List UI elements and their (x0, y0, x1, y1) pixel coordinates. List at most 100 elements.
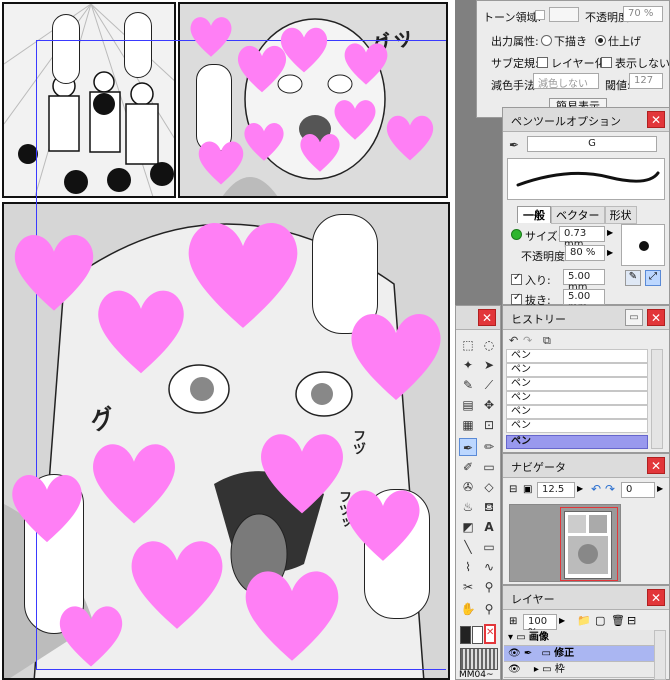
hide-option-checkbox[interactable]: 表示しない (601, 55, 670, 71)
magic-wand-icon[interactable]: ✦ (459, 356, 477, 374)
undo-icon[interactable]: ↶ (509, 334, 518, 347)
history-item-selected[interactable]: ペン (506, 435, 648, 449)
in-checkbox[interactable]: 入り: (511, 272, 551, 288)
zoom-field[interactable]: 12.5 (537, 482, 575, 498)
tone-area-checkbox[interactable] (535, 10, 545, 20)
pointer-icon[interactable]: ➤ (480, 356, 498, 374)
opacity-dropdown-icon[interactable]: ▶ (607, 248, 613, 257)
gradient-icon[interactable]: ◩ (459, 518, 477, 536)
color-transparent-swatch[interactable]: ✕ (484, 624, 496, 644)
history-item[interactable]: ペン (506, 377, 648, 391)
layer-folder-row[interactable]: ▾ ▭ 画像 (504, 630, 654, 646)
stamp-icon[interactable]: ⚲ (480, 578, 498, 596)
navigator-titlebar[interactable]: ナビゲータ ✕ (503, 454, 669, 478)
zoom-out-icon[interactable]: ▣ (523, 484, 532, 495)
minimize-icon[interactable]: ▭ (625, 309, 643, 326)
pen-tool-icon[interactable]: ✒ (459, 438, 477, 456)
layer-opacity-field[interactable]: 100 % (523, 614, 557, 638)
layer-row[interactable]: 👁 ▸ ▭ 枠 (504, 662, 654, 678)
frame-icon[interactable]: ▦ (459, 416, 477, 434)
eraser-icon[interactable]: ▭ (480, 458, 498, 476)
pen-lock-icon[interactable]: ✒ (524, 648, 532, 659)
pen-options-titlebar[interactable]: ペンツールオプション ✕ (503, 108, 669, 132)
rotate-field[interactable]: 0 (621, 482, 655, 498)
pressure-out-icon[interactable]: ⤢ (645, 270, 661, 286)
blur-icon[interactable]: ♨ (459, 498, 477, 516)
close-icon[interactable]: ✕ (647, 309, 665, 326)
close-icon[interactable]: ✕ (647, 457, 665, 474)
line-tool-icon[interactable]: ╲ (459, 538, 477, 556)
history-options-icon[interactable]: ⧉ (543, 334, 551, 348)
rotate-right-icon[interactable]: ↷ (605, 482, 615, 496)
zoom-tool-icon[interactable]: ⚲ (480, 600, 498, 618)
close-icon[interactable]: ✕ (478, 309, 496, 326)
text-tool-icon[interactable]: A (480, 518, 498, 536)
history-item[interactable]: ペン (506, 391, 648, 405)
tone-area-field[interactable] (549, 7, 579, 22)
airbrush-icon[interactable]: ✇ (459, 478, 477, 496)
pressure-in-icon[interactable]: ✎ (625, 270, 641, 286)
pen-opacity-field[interactable]: 80 % (565, 245, 605, 261)
brush-select-icon[interactable]: ✎ (459, 376, 477, 394)
history-titlebar[interactable]: ヒストリー ▭ ✕ (503, 306, 669, 330)
folder-expand-icon[interactable]: ▾ (508, 632, 513, 643)
tab-general[interactable]: 一般 (517, 206, 551, 223)
correction-icon[interactable]: ✂ (459, 578, 477, 596)
navigator-view-frame[interactable] (560, 507, 618, 581)
manga-canvas[interactable]: グッ グ フヅ フヅッ (0, 0, 455, 680)
tab-shape[interactable]: 形状 (604, 206, 637, 224)
color-black-swatch[interactable] (460, 626, 471, 644)
hand-tool-icon[interactable]: ✋ (459, 600, 477, 618)
close-icon[interactable]: ✕ (647, 111, 665, 128)
move-icon[interactable]: ✥ (480, 396, 498, 414)
in-field[interactable]: 5.00 mm (563, 269, 605, 293)
size-field[interactable]: 0.73 mm (559, 226, 605, 250)
layer-settings-icon[interactable]: ⊟ (627, 614, 636, 627)
visibility-eye-icon[interactable]: 👁 (508, 664, 521, 675)
navigator-preview[interactable] (509, 504, 621, 582)
threshold-field[interactable]: 127 (629, 73, 663, 89)
layer-row-selected[interactable]: 👁 ✒ ▭ 修正 (504, 646, 654, 662)
tab-vector[interactable]: ベクター (551, 206, 605, 224)
size-dropdown-icon[interactable]: ▶ (607, 228, 613, 237)
out-field[interactable]: 5.00 mm (563, 289, 605, 313)
layers-titlebar[interactable]: レイヤー ✕ (503, 586, 669, 610)
marker-icon[interactable]: ✐ (459, 458, 477, 476)
folder-expand-icon[interactable]: ▸ (534, 664, 539, 675)
color-white-swatch[interactable] (472, 626, 483, 644)
history-item[interactable]: ペン (506, 349, 648, 363)
selection-tool-icon[interactable]: ⬚ (459, 336, 477, 354)
reduce-color-select[interactable]: 減色しない (533, 73, 599, 90)
vector-eraser-icon[interactable]: ◇ (480, 478, 498, 496)
fill-icon[interactable]: ⛾ (480, 498, 498, 516)
new-layer-icon[interactable]: ▢ (595, 614, 605, 627)
redo-icon[interactable]: ↷ (523, 334, 532, 347)
delete-layer-icon[interactable]: 🗑 (611, 614, 625, 627)
rotate-left-icon[interactable]: ↶ (591, 482, 601, 496)
close-icon[interactable]: ✕ (647, 589, 665, 606)
brush-name-field[interactable]: G (527, 136, 657, 152)
zoom-fit-icon[interactable]: ⊟ (509, 484, 517, 495)
layer-opacity-dropdown-icon[interactable]: ▶ (559, 616, 565, 625)
history-item[interactable]: ペン (506, 419, 648, 433)
rotate-dropdown-icon[interactable]: ▶ (657, 484, 663, 493)
history-item[interactable]: ペン (506, 405, 648, 419)
ruler-icon[interactable]: ⊡ (480, 416, 498, 434)
lasso-tool-icon[interactable]: ◌ (480, 336, 498, 354)
curve-tool-icon[interactable]: ∿ (480, 558, 498, 576)
new-folder-icon[interactable]: 📁 (577, 614, 591, 627)
history-scrollbar[interactable] (651, 349, 663, 449)
layer-option-checkbox[interactable]: レイヤー化 (537, 55, 606, 71)
layer-move-icon[interactable]: ▤ (459, 396, 477, 414)
history-item[interactable]: ペン (506, 363, 648, 377)
pencil-tool-icon[interactable]: ✏ (480, 438, 498, 456)
dropper-icon[interactable]: ⟋ (480, 376, 498, 394)
layers-scrollbar[interactable] (654, 630, 666, 680)
output-final-radio[interactable]: 仕上げ (595, 33, 641, 49)
tone-opacity-field[interactable]: 70 % (623, 6, 663, 22)
rectangle-tool-icon[interactable]: ▭ (480, 538, 498, 556)
output-draft-radio[interactable]: 下描き (541, 33, 587, 49)
zoom-dropdown-icon[interactable]: ▶ (577, 484, 583, 493)
polyline-icon[interactable]: ⌇ (459, 558, 477, 576)
visibility-eye-icon[interactable]: 👁 (508, 648, 521, 659)
